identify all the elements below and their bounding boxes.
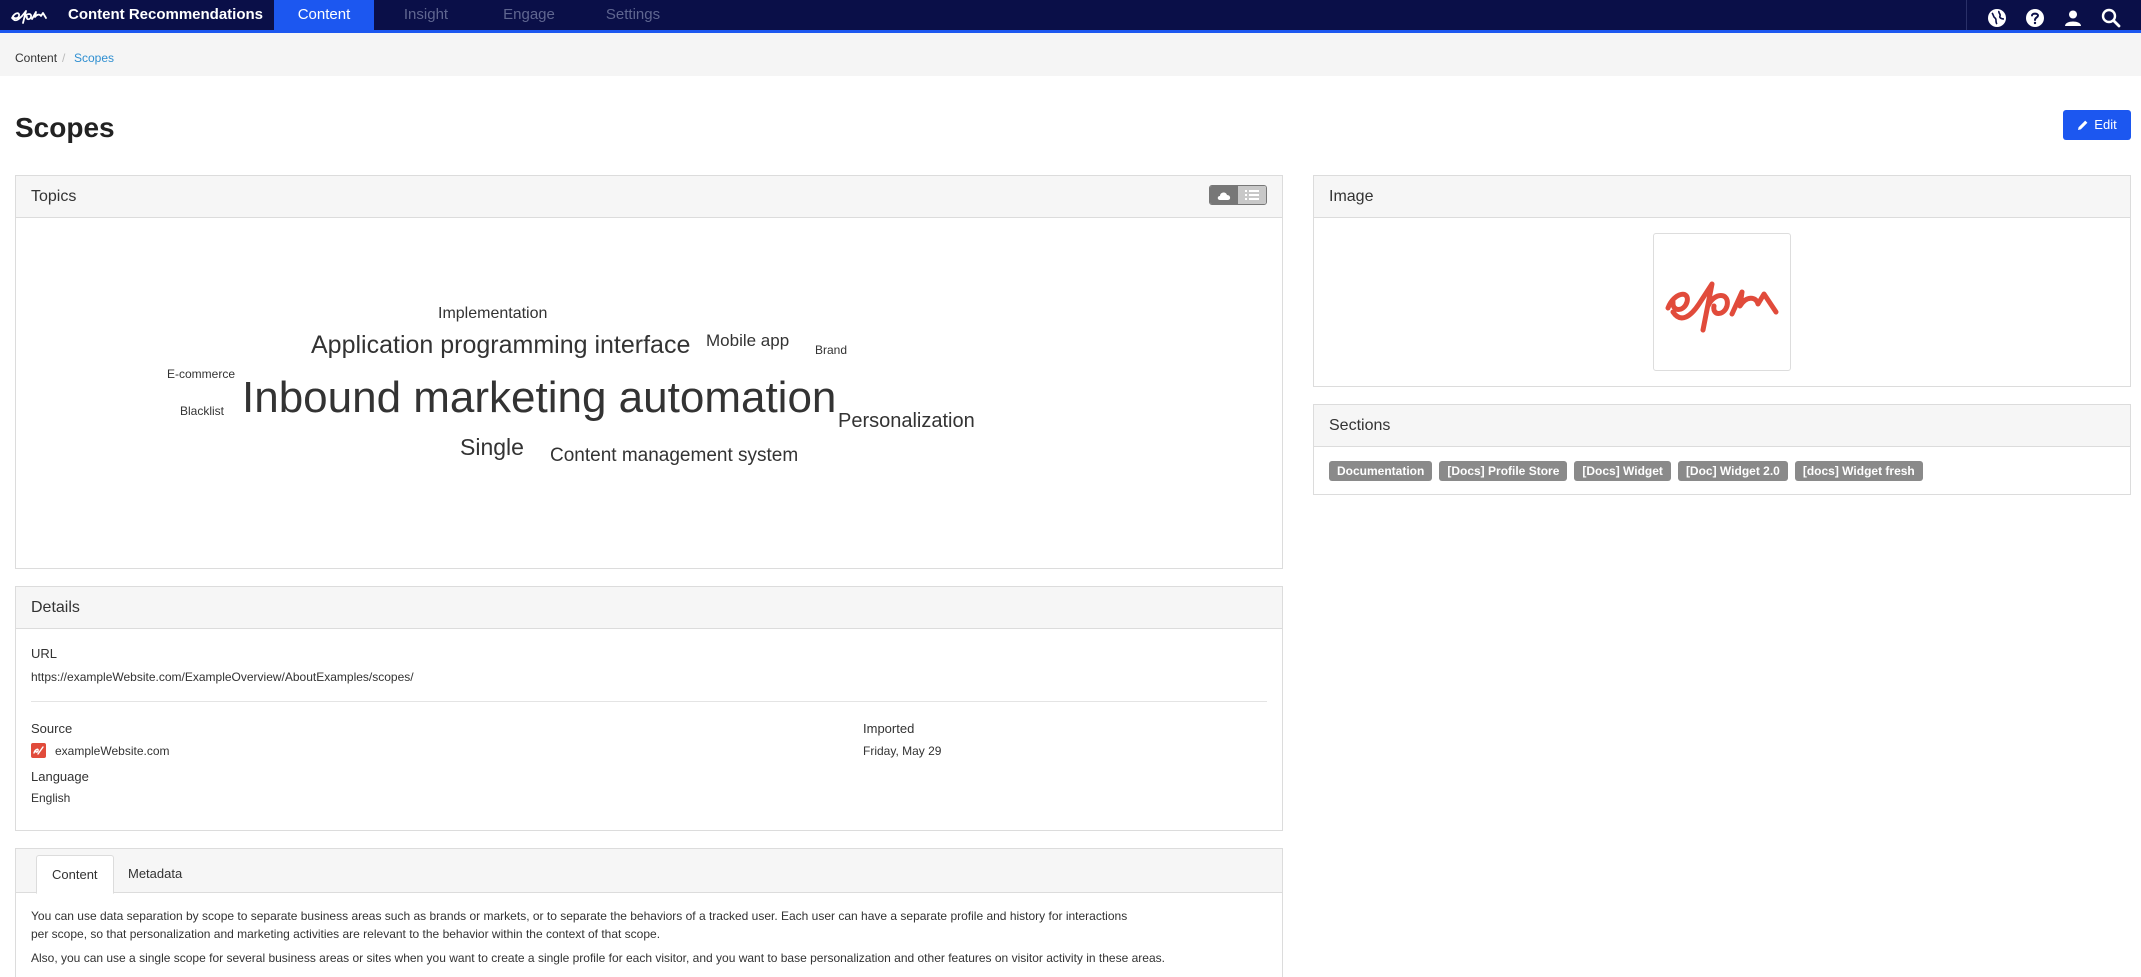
app-title: Content Recommendations <box>68 6 264 23</box>
topic-word[interactable]: Content management system <box>550 446 798 465</box>
topic-word[interactable]: Single <box>460 436 524 459</box>
section-badge[interactable]: [Docs] Widget <box>1574 461 1671 481</box>
topic-word[interactable]: Mobile app <box>706 332 789 349</box>
source-site-icon <box>31 743 46 758</box>
url-label: URL <box>31 646 58 661</box>
topic-word[interactable]: Personalization <box>838 411 975 431</box>
content-image-thumbnail[interactable] <box>1653 233 1791 371</box>
content-tabs: Content Metadata <box>16 849 1282 894</box>
image-panel: Image <box>1313 175 2131 387</box>
epi-logo-image <box>1665 281 1779 333</box>
breadcrumb: Content / Scopes <box>0 33 2141 76</box>
nav-tab-engage[interactable]: Engage <box>488 0 570 30</box>
topic-word[interactable]: E-commerce <box>167 368 235 380</box>
details-panel-title: Details <box>16 587 1282 629</box>
page-title: Scopes <box>15 112 115 143</box>
help-icon[interactable] <box>2024 7 2046 29</box>
edit-button-label: Edit <box>2094 117 2117 132</box>
cloud-view-button[interactable] <box>1210 186 1238 204</box>
language-value: English <box>31 791 71 805</box>
imported-label: Imported <box>863 721 915 736</box>
pencil-icon <box>2078 120 2088 130</box>
section-badge[interactable]: [Docs] Profile Store <box>1439 461 1568 481</box>
content-panel: Content Metadata You can use data separa… <box>15 848 1283 977</box>
sections-panel: Sections Documentation [Docs] Profile St… <box>1313 404 2131 495</box>
source-value: exampleWebsite.com <box>55 744 170 758</box>
tab-metadata[interactable]: Metadata <box>113 855 197 894</box>
list-icon <box>1245 190 1259 200</box>
details-divider <box>31 701 1267 702</box>
topic-word[interactable]: Brand <box>815 344 847 356</box>
section-badge[interactable]: Documentation <box>1329 461 1433 481</box>
content-paragraph: You can use data separation by scope to … <box>31 909 1128 923</box>
top-navbar: Content Recommendations Content Insight … <box>0 0 2141 33</box>
topic-word[interactable]: Blacklist <box>180 405 224 417</box>
content-paragraph: per scope, so that personalization and m… <box>31 927 661 941</box>
topics-panel-title: Topics <box>16 176 1282 218</box>
breadcrumb-current[interactable]: Scopes <box>74 51 114 65</box>
navbar-divider <box>1966 0 1967 30</box>
breadcrumb-separator: / <box>62 51 66 65</box>
nav-tab-insight[interactable]: Insight <box>386 0 466 30</box>
globe-icon[interactable] <box>1986 7 2008 29</box>
list-view-button[interactable] <box>1238 186 1266 204</box>
topic-word[interactable]: Inbound marketing automation <box>242 376 836 420</box>
edit-button[interactable]: Edit <box>2063 110 2131 140</box>
details-panel: Details URL https://exampleWebsite.com/E… <box>15 586 1283 831</box>
cloud-icon <box>1217 191 1231 200</box>
view-toggle <box>1209 185 1267 205</box>
topic-word[interactable]: Application programming interface <box>311 333 690 358</box>
imported-value: Friday, May 29 <box>863 744 942 758</box>
image-panel-title: Image <box>1314 176 2130 218</box>
content-paragraph: Also, you can use a single scope for sev… <box>31 951 1165 965</box>
topics-panel: Topics Implementation Application progra… <box>15 175 1283 569</box>
sections-panel-title: Sections <box>1314 405 2130 447</box>
section-badge[interactable]: [Doc] Widget 2.0 <box>1677 461 1788 481</box>
topic-word[interactable]: Implementation <box>438 306 547 322</box>
section-badge[interactable]: [docs] Widget fresh <box>1794 461 1923 481</box>
tab-content[interactable]: Content <box>36 855 114 894</box>
section-badges: Documentation [Docs] Profile Store [Docs… <box>1329 461 1923 481</box>
user-icon[interactable] <box>2062 7 2084 29</box>
breadcrumb-content-link[interactable]: Content <box>15 51 57 65</box>
nav-tab-content[interactable]: Content <box>274 0 374 30</box>
epi-logo-icon[interactable] <box>10 7 50 25</box>
source-label: Source <box>31 721 73 736</box>
url-value[interactable]: https://exampleWebsite.com/ExampleOvervi… <box>31 670 414 684</box>
search-icon[interactable] <box>2100 7 2122 29</box>
language-label: Language <box>31 769 89 784</box>
nav-tab-settings[interactable]: Settings <box>592 0 674 30</box>
